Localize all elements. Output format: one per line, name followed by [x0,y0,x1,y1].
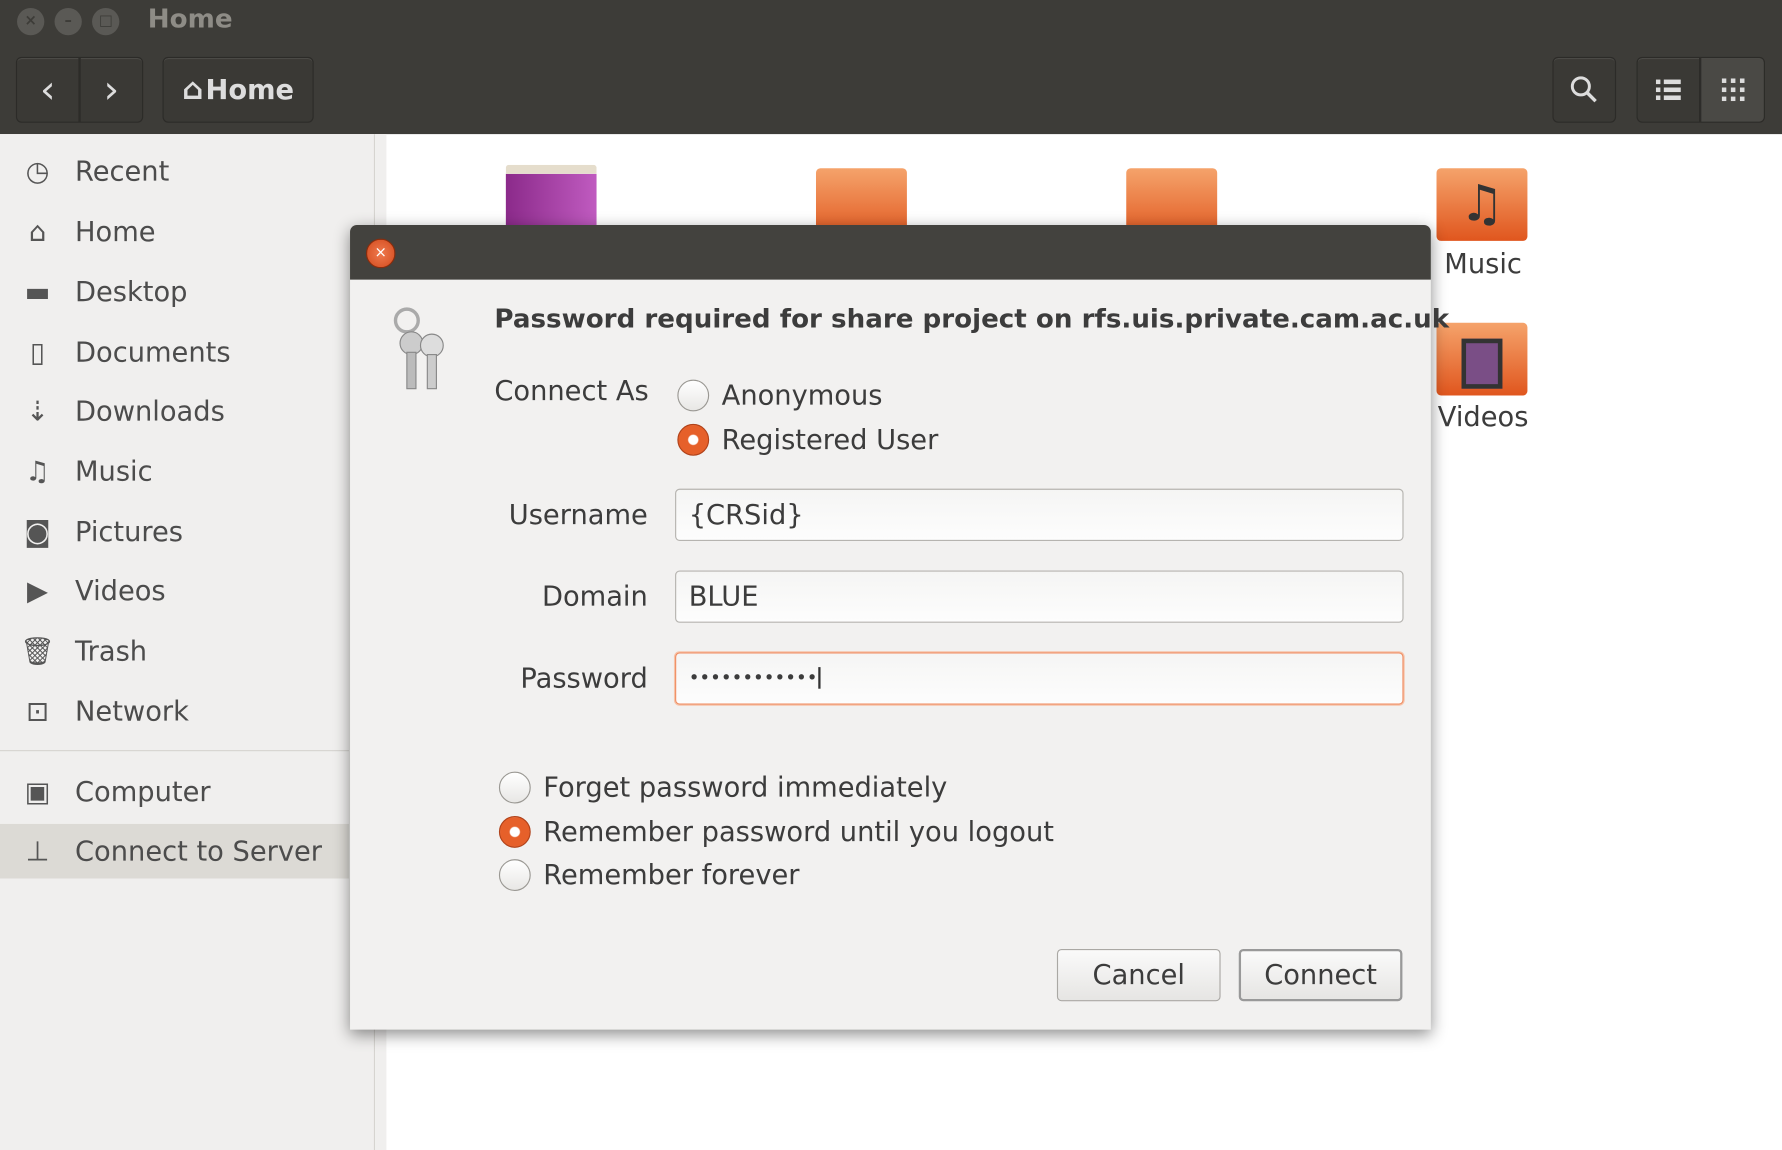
sidebar-item-trash[interactable]: 🗑 Trash [0,624,349,679]
sidebar-item-computer[interactable]: ▣ Computer [0,765,349,820]
home-icon: ⌂ [28,215,47,248]
sidebar-item-home[interactable]: ⌂ Home [0,205,349,260]
dialog-heading: Password required for share project on r… [494,304,1450,335]
password-label: Password [520,662,648,695]
sidebar-item-desktop[interactable]: ▬ Desktop [0,265,349,320]
window-close-button[interactable]: × [17,7,45,36]
keys-icon [393,307,444,390]
radio-label: Remember password until you logout [543,815,1054,848]
sidebar-item-downloads[interactable]: ⇣ Downloads [0,384,349,439]
forward-button[interactable]: › [79,56,144,123]
dialog-close-button[interactable]: × [365,238,396,269]
folder-icon: ▬ [24,276,51,308]
remember-until-logout-radio[interactable]: Remember password until you logout [498,815,1054,848]
sidebar-item-label: Recent [75,155,170,188]
music-folder-icon[interactable]: ♫ [1436,168,1528,241]
grid-view-button[interactable] [1700,56,1765,123]
search-button[interactable] [1552,56,1617,123]
forget-password-radio[interactable]: Forget password immediately [498,771,948,804]
grid-icon [1721,78,1744,102]
remember-forever-radio[interactable]: Remember forever [498,859,800,892]
sidebar-item-label: Music [75,455,153,488]
location-label: Home [205,73,295,106]
list-view-button[interactable] [1636,56,1701,123]
list-icon [1655,79,1681,101]
download-icon: ⇣ [26,395,49,428]
sidebar-item-connect-to-server[interactable]: ⊥ Connect to Server [0,823,349,879]
music-icon: ♫ [25,455,50,488]
sidebar-item-recent[interactable]: ◷ Recent [0,144,349,199]
search-icon [1570,76,1597,103]
sidebar-item-label: Home [75,215,156,248]
window-maximize-button[interactable]: □ [92,7,120,36]
anonymous-radio[interactable]: Anonymous [677,379,883,412]
sidebar-item-network[interactable]: ⊡ Network [0,684,349,739]
password-value: •••••••••••• [688,667,818,689]
clock-icon: ◷ [25,155,50,188]
radio-label: Anonymous [721,379,883,412]
domain-label: Domain [541,580,648,613]
radio-label: Forget password immediately [543,771,948,804]
document-icon: ▯ [29,336,46,369]
radio-remember-forever[interactable] [498,859,531,892]
home-icon: ⌂ [182,72,204,107]
radio-label: Registered User [721,423,939,456]
sidebar-item-label: Computer [75,776,211,809]
sidebar-item-label: Network [75,695,189,728]
radio-label: Remember forever [543,859,800,892]
window-header: × – □ Home ‹ › ⌂ Home [0,0,1782,135]
video-icon: ▶ [27,575,48,607]
sidebar-item-label: Desktop [75,276,188,308]
back-button[interactable]: ‹ [15,56,80,123]
computer-icon: ▣ [24,776,51,809]
dialog-titlebar: × [350,225,1431,280]
sidebar-item-label: Documents [75,336,231,369]
server-icon: ⊥ [25,835,50,868]
connect-as-label: Connect As [494,375,649,407]
sidebar-item-label: Pictures [75,515,184,548]
radio-remember-logout[interactable] [498,815,531,848]
videos-folder-icon[interactable] [1436,322,1528,396]
sidebar-item-videos[interactable]: ▶ Videos [0,564,349,619]
sidebar-divider [0,750,349,752]
network-icon: ⊡ [26,695,49,728]
sidebar-item-music[interactable]: ♫ Music [0,444,349,499]
domain-input[interactable] [675,570,1404,623]
sidebar-item-pictures[interactable]: ◙ Pictures [0,505,349,560]
window-minimize-button[interactable]: – [54,7,82,36]
connect-button[interactable]: Connect [1238,948,1403,1002]
sidebar-item-label: Downloads [75,395,225,428]
password-input[interactable]: •••••••••••• [675,652,1404,705]
radio-anonymous[interactable] [677,379,710,412]
username-label: Username [508,498,648,531]
password-dialog: × Password required for share project on… [350,225,1449,1030]
camera-icon: ◙ [24,515,51,548]
cancel-button[interactable]: Cancel [1056,948,1221,1002]
radio-registered-user[interactable] [677,423,710,456]
registered-user-radio[interactable]: Registered User [677,423,939,456]
sidebar-item-documents[interactable]: ▯ Documents [0,325,349,380]
window-title: Home [147,4,233,35]
sidebar-item-label: Videos [75,575,166,607]
radio-forget[interactable] [498,771,531,804]
trash-icon: 🗑 [20,635,55,668]
username-input[interactable] [675,488,1404,541]
sidebar-item-label: Connect to Server [75,835,322,868]
folder-icon-partial[interactable] [505,164,597,233]
sidebar-item-label: Trash [75,635,148,668]
location-home-button[interactable]: ⌂ Home [162,56,314,123]
